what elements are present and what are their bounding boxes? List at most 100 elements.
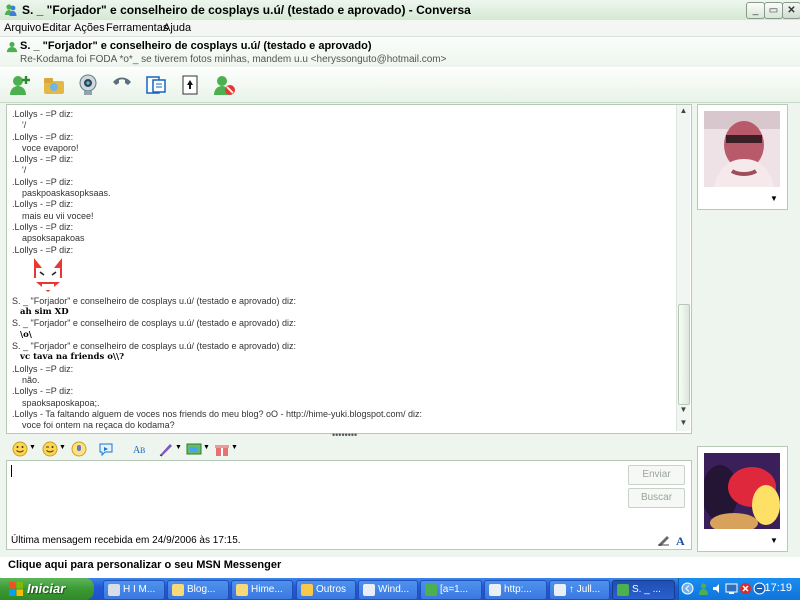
- gift-icon[interactable]: [214, 441, 230, 457]
- taskbar-button-label: H I M...: [123, 584, 156, 595]
- taskbar-button[interactable]: Blog...: [167, 580, 229, 600]
- call-icon[interactable]: [110, 73, 134, 97]
- menu-bar: Arquivo Editar Ações Ferramentas Ajuda: [0, 20, 800, 37]
- status-bar: Última mensagem recebida em 24/9/2006 às…: [6, 532, 692, 550]
- message-sender: .Lollys - =P diz:: [12, 244, 74, 255]
- minimize-button[interactable]: _: [746, 2, 765, 19]
- message-sender: .Lollys - =P diz:: [12, 199, 74, 210]
- message-sender: S. _ "Forjador" e conselheiro de cosplay…: [12, 318, 297, 329]
- my-display-picture-box[interactable]: ▼: [697, 446, 788, 552]
- scroll-end-arrow-icon[interactable]: ▼: [677, 418, 690, 428]
- voice-clip-icon[interactable]: [71, 441, 87, 457]
- wink-dropdown-icon[interactable]: ▼: [59, 444, 66, 451]
- personalize-link[interactable]: Clique aqui para personalizar o seu MSN …: [8, 559, 281, 571]
- scroll-up-arrow-icon[interactable]: ▲: [677, 106, 690, 116]
- pen-icon[interactable]: [657, 533, 670, 546]
- message-text: paskpoaskasopksaas.: [22, 188, 111, 199]
- handwriting-dropdown-icon[interactable]: ▼: [175, 444, 182, 451]
- taskbar-app-icon: [554, 584, 566, 596]
- window-title: S. _ "Forjador" e conselheiro de cosplay…: [22, 3, 471, 17]
- message-text: ah sim XD: [20, 307, 69, 318]
- menu-editar[interactable]: Editar: [42, 22, 71, 34]
- maximize-button[interactable]: ▭: [764, 2, 783, 19]
- taskbar-button[interactable]: [a=1...: [420, 580, 482, 600]
- taskbar-app-icon: [301, 584, 313, 596]
- taskbar-app-icon: [172, 584, 184, 596]
- taskbar-app-icon: [236, 584, 248, 596]
- taskbar-button[interactable]: Outros: [296, 580, 356, 600]
- nudge-icon[interactable]: [98, 441, 114, 457]
- message-text: vc tava na friends o\\?: [20, 352, 125, 363]
- msn-buddy-icon: [5, 4, 17, 16]
- block-contact-icon[interactable]: [212, 73, 236, 97]
- handwriting-icon[interactable]: [158, 441, 174, 457]
- taskbar-button-label: Wind...: [378, 584, 410, 595]
- network-tray-icon[interactable]: [725, 582, 738, 595]
- tray-expand-icon[interactable]: [681, 582, 694, 595]
- taskbar-button-label: S. _ ...: [632, 584, 661, 595]
- send-files-icon[interactable]: [42, 73, 66, 97]
- my-display-picture: [704, 453, 780, 529]
- message-sender: .Lollys - =P diz:: [12, 176, 74, 187]
- taskbar-button[interactable]: H I M...: [103, 580, 165, 600]
- message-sender: .Lollys - =P diz:: [12, 221, 74, 232]
- search-button[interactable]: Buscar: [628, 488, 685, 508]
- taskbar-clock[interactable]: 17:19: [764, 582, 792, 594]
- message-text: '/: [22, 120, 27, 131]
- menu-arquivo[interactable]: Arquivo: [4, 22, 41, 34]
- gift-dropdown-icon[interactable]: ▼: [231, 444, 238, 451]
- chat-history-lines: .Lollys - =P diz: '/.Lollys - =P diz: voce…: [12, 109, 667, 431]
- taskbar-app-icon: [617, 584, 629, 596]
- font-icon[interactable]: A B: [132, 441, 148, 457]
- send-button[interactable]: Enviar: [628, 465, 685, 485]
- contact-display-picture-box[interactable]: ▼: [697, 104, 788, 210]
- msn-tray-icon[interactable]: [697, 582, 710, 595]
- menu-acoes[interactable]: Ações: [74, 22, 105, 34]
- message-sender: S. _ "Forjador" e conselheiro de cosplay…: [12, 295, 297, 306]
- invite-contact-icon[interactable]: [8, 73, 32, 97]
- games-icon[interactable]: [178, 73, 202, 97]
- taskbar-button-label: Outros: [316, 584, 347, 595]
- start-button[interactable]: Iniciar: [0, 578, 94, 600]
- message-text: não.: [22, 374, 40, 385]
- scroll-thumb[interactable]: [678, 304, 690, 405]
- menu-ferramentas[interactable]: Ferramentas: [106, 22, 168, 34]
- taskbar-button-label: http:...: [504, 584, 532, 595]
- volume-tray-icon[interactable]: [711, 582, 724, 595]
- taskbar-button[interactable]: Hime...: [231, 580, 293, 600]
- taskbar-button[interactable]: S. _ ...: [612, 580, 675, 600]
- my-picture-menu-icon[interactable]: ▼: [770, 536, 778, 545]
- history-scrollbar[interactable]: ▲ ▼ ▼: [676, 105, 690, 431]
- wink-icon[interactable]: [42, 441, 58, 457]
- message-sender: .Lollys - =P diz:: [12, 109, 74, 119]
- taskbar-button[interactable]: ↑ Jull...: [549, 580, 610, 600]
- message-text: apsoksapakoas: [22, 233, 85, 244]
- taskbar-button[interactable]: Wind...: [358, 580, 418, 600]
- menu-ajuda[interactable]: Ajuda: [163, 22, 191, 34]
- background-icon[interactable]: [186, 441, 202, 457]
- message-input[interactable]: Enviar Buscar: [6, 460, 692, 535]
- webcam-icon[interactable]: [76, 73, 100, 97]
- emoticon-icon[interactable]: [12, 441, 28, 457]
- contact-picture-menu-icon[interactable]: ▼: [770, 194, 778, 203]
- compose-toolbar: ▼ ▼ A B ▼ ▼ ▼: [6, 438, 690, 460]
- message-sender: .Lollys - =P diz:: [12, 386, 74, 397]
- conversation-header: S. _ "Forjador" e conselheiro de cosplay…: [0, 37, 800, 67]
- activities-icon[interactable]: [144, 73, 168, 97]
- pane-splitter[interactable]: ••••••••: [332, 431, 362, 440]
- security-tray-icon[interactable]: [739, 582, 752, 595]
- title-bar[interactable]: S. _ "Forjador" e conselheiro de cosplay…: [0, 0, 800, 21]
- text-mode-icon[interactable]: A: [675, 533, 688, 546]
- message-text: '/: [22, 165, 27, 176]
- message-sender: S. _ "Forjador" e conselheiro de cosplay…: [12, 341, 297, 352]
- contact-personal-message: Re-Kodama foi FODA *o*_ se tiverem fotos…: [20, 54, 447, 65]
- background-dropdown-icon[interactable]: ▼: [203, 444, 210, 451]
- message-text: voce evaporo!: [22, 142, 79, 153]
- close-button[interactable]: ✕: [782, 2, 800, 19]
- text-cursor: [11, 465, 12, 477]
- scroll-down-arrow-icon[interactable]: ▼: [677, 405, 690, 415]
- system-tray: 17:19: [678, 578, 800, 600]
- taskbar-button[interactable]: http:...: [484, 580, 547, 600]
- emoticon-dropdown-icon[interactable]: ▼: [29, 444, 36, 451]
- chat-history[interactable]: .Lollys - =P diz: '/.Lollys - =P diz: voce…: [6, 104, 692, 434]
